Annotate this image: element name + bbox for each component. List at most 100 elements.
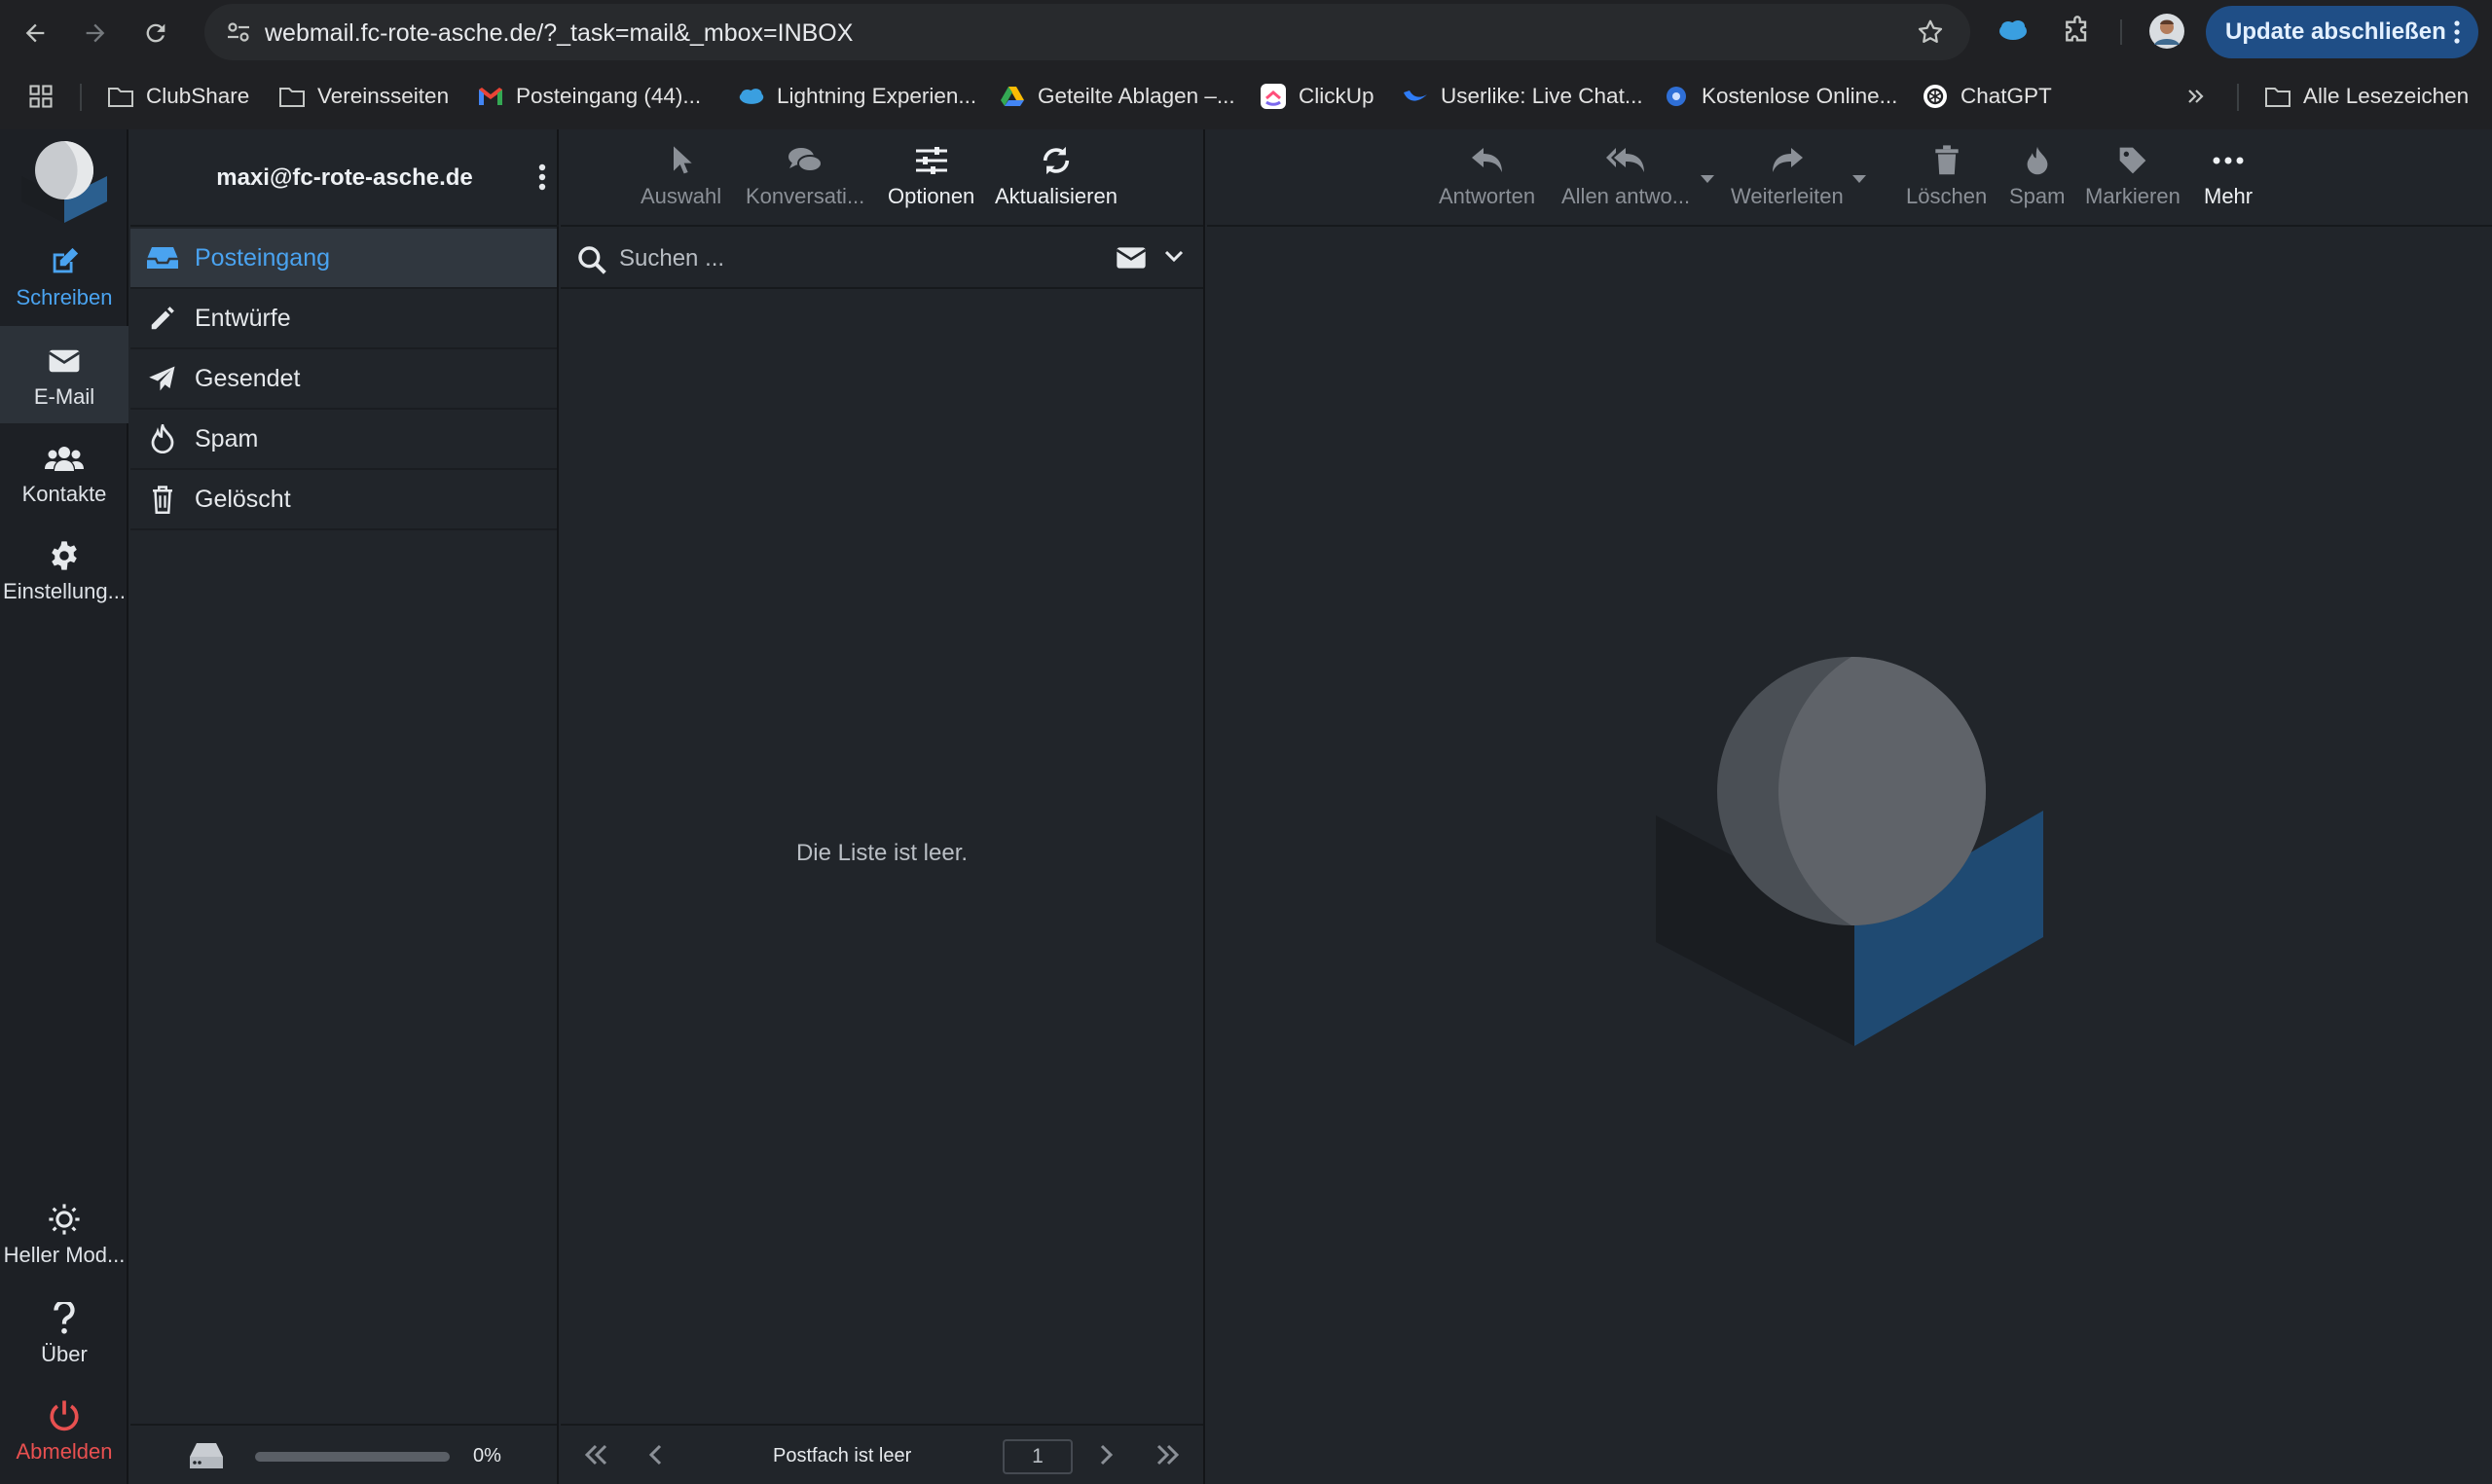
reply-label: Antworten [1439,184,1536,208]
contacts-label: Kontakte [21,482,107,506]
search-input[interactable] [619,240,1125,277]
search-bar [561,229,1203,289]
pencil-icon [146,302,179,335]
next-page-button[interactable] [1098,1443,1114,1466]
message-content-pane: Antworten Allen antwo... Weiterleiten Lö… [1207,129,2492,1484]
quota-footer: 0% [130,1424,557,1484]
bookmark-clickup[interactable]: ClickUp [1260,82,1374,111]
bookmark-posteingang[interactable]: Posteingang (44)... [477,82,701,111]
delete-label: Löschen [1906,184,1988,208]
more-bookmarks-button[interactable] [2184,82,2208,111]
url-text[interactable]: webmail.fc-rote-asche.de/?_task=mail&_mb… [265,19,853,48]
trash-icon [146,483,179,516]
spam-button[interactable]: Spam [2009,141,2065,221]
webmail-app: Schreiben E-Mail Kontakte Einstellung...… [0,129,2492,1484]
folder-icon [107,83,134,110]
folder-label: Gesendet [195,364,301,392]
salesforce-icon [738,83,765,110]
bookmark-userlike[interactable]: Userlike: Live Chat... [1402,82,1643,111]
folder-sent[interactable]: Gesendet [130,349,557,410]
forward-dropdown[interactable] [1851,174,1867,184]
chevron-right-icon [1100,1444,1114,1466]
account-email: maxi@fc-rote-asche.de [216,164,473,191]
reload-button[interactable] [136,14,175,53]
hard-drive-icon [189,1441,224,1470]
address-bar[interactable]: webmail.fc-rote-asche.de/?_task=mail&_mb… [204,4,1970,60]
salesforce-extension-icon[interactable] [1997,18,2029,43]
list-toolbar: Auswahl Konversati... Optionen Aktualisi… [561,129,1203,227]
apps-grid-button[interactable] [27,82,55,111]
folder-label: Entwürfe [195,304,291,332]
browser-toolbar: webmail.fc-rote-asche.de/?_task=mail&_mb… [0,0,2492,64]
site-settings-icon[interactable] [224,18,253,46]
chevron-down-icon[interactable] [1164,250,1184,264]
main-navigation: Schreiben E-Mail Kontakte Einstellung...… [0,129,128,1484]
bookmark-vereinsseiten[interactable]: Vereinsseiten [278,82,449,111]
account-menu-button[interactable] [537,163,547,192]
mark-button[interactable]: Markieren [2085,141,2180,221]
reply-all-label: Allen antwo... [1561,184,1691,208]
folder-spam[interactable]: Spam [130,410,557,470]
more-button[interactable]: Mehr [2204,141,2253,221]
reply-button[interactable]: Antworten [1439,141,1535,221]
light-mode-toggle[interactable]: Heller Mod... [0,1184,128,1282]
search-icon[interactable] [576,244,607,275]
threads-button[interactable]: Konversati... [746,141,864,221]
gear-icon [49,538,80,573]
refresh-button[interactable]: Aktualisieren [995,141,1118,221]
nav-mail[interactable]: E-Mail [0,326,128,423]
forward-message-button[interactable]: Weiterleiten [1731,141,1844,221]
folder-trash[interactable]: Gelöscht [130,470,557,530]
chevron-left-icon [648,1444,662,1466]
folder-label: Gelöscht [195,485,291,513]
roundcube-logo-icon [1656,657,2043,1046]
forward-button[interactable] [76,14,115,53]
bookmark-chatgpt[interactable]: ChatGPT [1922,82,2052,111]
refresh-icon [1040,141,1073,180]
comments-icon [787,141,824,180]
users-icon [45,441,84,476]
logout-button[interactable]: Abmelden [0,1381,128,1478]
nav-about[interactable]: Über [0,1284,128,1381]
app-logo[interactable] [14,133,115,227]
folder-inbox[interactable]: Posteingang [130,229,557,289]
reply-all-dropdown[interactable] [1700,174,1715,184]
bookmark-kostenlose[interactable]: Kostenlose Online... [1663,82,1897,111]
page-number-input[interactable] [1003,1439,1073,1474]
back-button[interactable] [16,14,55,53]
first-page-button[interactable] [582,1443,609,1466]
clickup-icon [1260,83,1287,110]
roundcube-logo-icon [21,141,107,223]
bookmark-star-icon[interactable] [1916,18,1945,47]
all-bookmarks-button[interactable]: Alle Lesezeichen [2264,82,2469,111]
about-label: Über [41,1342,88,1366]
profile-avatar[interactable] [2149,14,2184,49]
reload-icon [146,23,165,43]
delete-button[interactable]: Löschen [1906,141,1987,221]
update-button[interactable]: Update abschließen [2206,6,2478,58]
extensions-puzzle-icon[interactable] [2062,16,2093,47]
trash-icon [1934,141,1960,180]
bookmark-clubshare[interactable]: ClubShare [107,82,249,111]
compose-button[interactable]: Schreiben [0,227,128,324]
bookmark-lightning[interactable]: Lightning Experien... [738,82,976,111]
userlike-icon [1402,83,1429,110]
select-button[interactable]: Auswahl [641,141,721,221]
options-button[interactable]: Optionen [888,141,974,221]
last-page-button[interactable] [1154,1443,1182,1466]
folder-drafts[interactable]: Entwürfe [130,289,557,349]
pager-status: Postfach ist leer [773,1445,912,1466]
more-label: Mehr [2204,184,2254,208]
reply-all-button[interactable]: Allen antwo... [1561,141,1690,221]
paper-plane-icon [146,362,179,395]
bookmarks-bar: ClubShare Vereinsseiten Posteingang (44)… [0,64,2492,128]
bookmarks-separator [2237,84,2239,111]
fire-icon [2025,141,2050,180]
bookmark-label: ClubShare [146,84,250,108]
envelope-icon[interactable] [1116,246,1147,270]
previous-page-button[interactable] [648,1443,664,1466]
nav-settings[interactable]: Einstellung... [0,521,128,618]
nav-contacts[interactable]: Kontakte [0,423,128,521]
bookmark-geteilte-ablagen[interactable]: Geteilte Ablagen –... [999,82,1235,111]
logout-label: Abmelden [16,1439,113,1464]
